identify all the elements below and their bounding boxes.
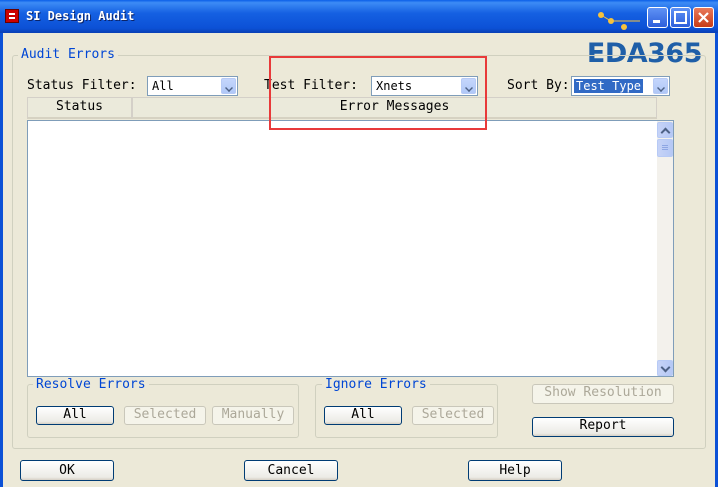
column-header-status[interactable]: Status — [27, 97, 132, 119]
maximize-button[interactable] — [670, 7, 691, 28]
scroll-down-icon[interactable] — [657, 360, 673, 376]
sort-by-label: Sort By: — [507, 78, 570, 93]
status-filter-value: All — [152, 79, 174, 93]
minimize-icon — [653, 20, 660, 23]
scroll-up-icon[interactable] — [657, 122, 673, 138]
resolve-selected-button[interactable]: Selected — [124, 406, 206, 425]
vertical-scrollbar[interactable] — [657, 121, 673, 376]
help-button[interactable]: Help — [468, 460, 562, 481]
sort-by-value: Test Type — [574, 79, 644, 93]
ignore-selected-button[interactable]: Selected — [412, 406, 494, 425]
app-icon[interactable] — [5, 9, 19, 23]
cancel-button[interactable]: Cancel — [244, 460, 338, 481]
resolve-all-button[interactable]: All — [36, 406, 114, 425]
highlight-annotation — [269, 56, 487, 130]
ok-button[interactable]: OK — [20, 460, 114, 481]
report-button[interactable]: Report — [532, 417, 674, 437]
show-resolution-button[interactable]: Show Resolution — [532, 384, 674, 404]
audit-errors-legend: Audit Errors — [18, 47, 118, 62]
chevron-down-icon[interactable] — [221, 78, 236, 94]
resolve-manually-button[interactable]: Manually — [212, 406, 294, 425]
circuit-decoration-icon — [598, 12, 640, 30]
scroll-thumb[interactable] — [657, 139, 673, 157]
ignore-errors-legend: Ignore Errors — [322, 377, 430, 392]
sort-by-select[interactable]: Test Type — [571, 76, 670, 96]
chevron-down-icon[interactable] — [653, 78, 668, 94]
window-title: SI Design Audit — [26, 9, 135, 23]
close-icon — [698, 12, 709, 23]
error-list[interactable] — [27, 120, 674, 377]
resolve-errors-legend: Resolve Errors — [33, 377, 149, 392]
status-filter-label: Status Filter: — [27, 78, 137, 93]
minimize-button[interactable] — [647, 7, 668, 28]
maximize-icon — [674, 11, 687, 24]
ignore-all-button[interactable]: All — [324, 406, 402, 425]
close-button[interactable] — [693, 7, 714, 28]
window-frame-left — [0, 33, 3, 487]
status-filter-select[interactable]: All — [147, 76, 238, 96]
